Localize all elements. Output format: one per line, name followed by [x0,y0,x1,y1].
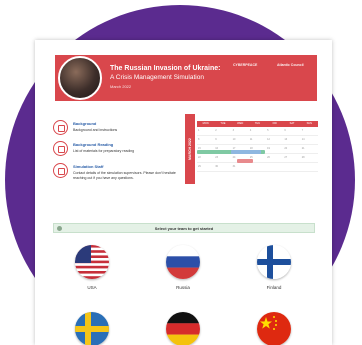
banner-photo [58,56,102,100]
day-cell [266,165,283,171]
day-cell: 28 [301,156,305,159]
day-cell: 30 [215,165,219,168]
day-cell: 4 [249,129,252,132]
day-cell: 7 [301,129,304,132]
resource-desc: Background and instructions [73,128,118,132]
team-germany[interactable] [153,312,213,345]
contact-icon [53,163,68,178]
simulation-page: The Russian Invasion of Ukraine: A Crisi… [35,40,332,345]
day-cell: 31 [232,165,236,168]
event-bar-blue[interactable] [231,150,261,154]
day-cell: 20 [284,147,288,150]
resource-desc: Contact details of the simulation superv… [73,171,176,180]
day-cell: 21 [301,147,305,150]
team-label[interactable]: USA [62,285,122,290]
day-cell: 27 [284,156,288,159]
header-banner: The Russian Invasion of Ukraine: A Crisi… [55,55,317,101]
day-cell: 12 [267,138,270,141]
day-cell [249,165,266,171]
banner-date: March 2022 [110,84,132,89]
calendar-week: 29 30 31 [197,165,318,172]
event-bar-red[interactable] [237,159,253,163]
page-subtitle: A Crisis Management Simulation [110,74,204,81]
resource-title[interactable]: Simulation Staff [73,164,103,169]
calendar-month-label: MARCH 2022 [185,114,195,184]
select-team-banner: Select your team to get started [53,223,315,233]
schedule-calendar: MARCH 2022 MON TUE WED THU FRI SAT SUN 1… [185,114,318,184]
select-team-prompt: Select your team to get started [154,226,214,231]
team-sweden[interactable] [62,312,122,345]
day-cell: 5 [267,129,269,132]
resource-title[interactable]: Background Reading [73,142,113,147]
russia-flag-icon[interactable] [166,245,200,279]
china-flag-icon[interactable] [257,312,291,345]
calendar-header: MON TUE WED THU FRI SAT SUN [197,121,318,127]
day-header: THU [254,122,261,125]
day-cell: 1 [198,129,200,132]
day-header: SUN [306,122,313,125]
day-header: MON [202,122,209,125]
finland-flag-icon[interactable] [257,245,291,279]
resource-title[interactable]: Background [73,121,96,126]
day-header: WED [237,122,244,125]
resource-desc: List of materials for preparatory readin… [73,149,135,153]
day-cell: 11 [249,138,253,141]
day-cell: 26 [267,156,270,159]
book-icon [53,141,68,156]
cyberpeace-logo: CYBERPEACE [233,63,258,67]
day-cell: 13 [284,138,288,141]
day-header: TUE [220,122,226,125]
document-icon [53,120,68,135]
team-finland[interactable]: Finland [244,245,304,290]
team-russia[interactable]: Russia [153,245,213,290]
day-cell: 8 [198,138,200,141]
team-label[interactable]: Russia [153,285,213,290]
day-cell: 3 [232,129,234,132]
calendar-week: 22 23 24 25 26 27 28 [197,156,318,163]
day-cell: 23 [215,156,219,159]
calendar-week: 1 2 3 4 5 6 7 [197,129,318,136]
page-title: The Russian Invasion of Ukraine: [110,65,221,72]
calendar-week: 8 9 10 11 12 13 14 [197,138,318,145]
day-header: SAT [289,122,295,125]
team-label[interactable]: Finland [244,285,304,290]
usa-flag-icon[interactable] [75,245,109,279]
day-cell: 19 [267,147,270,150]
team-china[interactable] [244,312,304,345]
day-cell: 29 [198,165,201,168]
team-usa[interactable]: USA [62,245,122,290]
day-cell [301,165,318,171]
day-cell: 6 [284,129,286,132]
day-cell: 14 [301,138,305,141]
day-cell: 22 [198,156,201,159]
sweden-flag-icon[interactable] [75,312,109,345]
day-header: FRI [272,122,277,125]
day-cell: 2 [215,129,217,132]
germany-flag-icon[interactable] [166,312,200,345]
atlantic-council-logo: Atlantic Council [277,63,304,67]
day-cell [283,165,300,171]
day-cell: 9 [215,138,217,141]
day-cell: 10 [232,138,236,141]
